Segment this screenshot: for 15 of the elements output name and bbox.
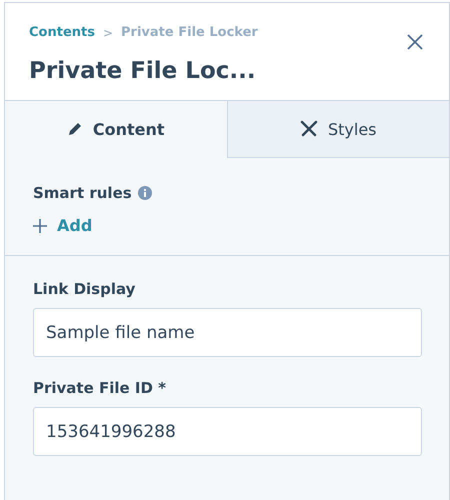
info-icon[interactable] <box>138 186 152 200</box>
panel-title: Private File Loc... <box>29 58 257 84</box>
input-field[interactable]: Sample file name <box>33 308 422 357</box>
input-field[interactable]: 153641996288 <box>33 407 422 456</box>
close-icon[interactable] <box>407 34 423 50</box>
breadcrumb-separator: > <box>102 26 114 40</box>
breadcrumb-link[interactable]: Contents <box>29 25 95 40</box>
field-label: Link Display <box>33 280 136 298</box>
tab[interactable]: Styles <box>226 101 449 158</box>
smart-rules-label: Smart rules <box>33 184 132 202</box>
add-button[interactable]: Add <box>33 216 92 235</box>
breadcrumb-current: Private File Locker <box>121 25 258 40</box>
field-label: Private File ID * <box>33 379 168 397</box>
plus-icon <box>33 218 47 232</box>
pencil-icon <box>66 121 83 137</box>
